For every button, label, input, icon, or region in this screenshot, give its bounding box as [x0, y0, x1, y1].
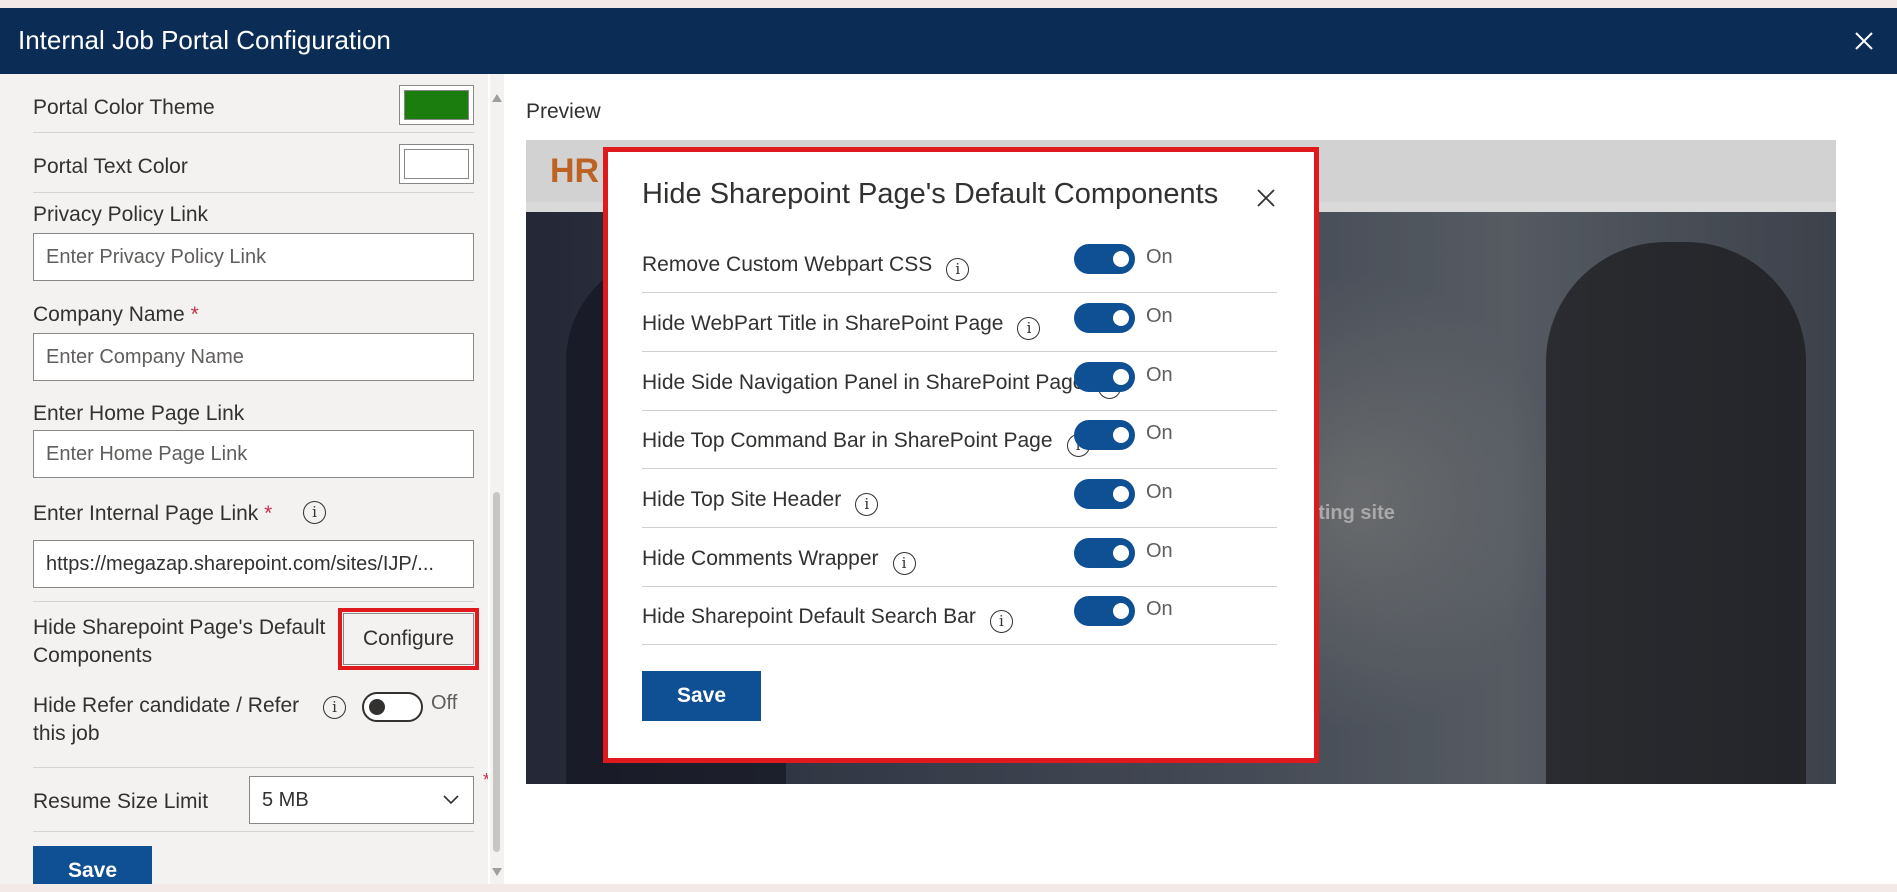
home-page-label: Enter Home Page Link — [33, 402, 245, 425]
dialog-row-label: Remove Custom Webpart CSS i — [642, 253, 970, 281]
privacy-policy-row: Privacy Policy Link Enter Privacy Policy… — [33, 193, 474, 293]
company-name-label: Company Name * — [33, 303, 199, 326]
hide-refer-state: Off — [431, 692, 458, 714]
portal-text-color-label: Portal Text Color — [33, 155, 188, 178]
dialog-row: Hide Sharepoint Default Search Bar i On — [642, 586, 1277, 645]
resume-size-label: Resume Size Limit — [33, 790, 209, 813]
info-icon[interactable]: i — [989, 610, 1013, 633]
dialog-row: Remove Custom Webpart CSS i On — [642, 234, 1277, 293]
dialog-row-label: Hide Comments Wrapper i — [642, 547, 916, 575]
privacy-policy-label: Privacy Policy Link — [33, 203, 209, 226]
required-marker: * — [483, 770, 488, 791]
dialog-row-state: On — [1146, 598, 1173, 620]
dialog-row-toggle[interactable] — [1074, 362, 1135, 392]
chevron-down-icon — [443, 795, 459, 805]
dialog-row-label: Hide Top Site Header i — [642, 488, 879, 516]
preview-label: Preview — [526, 100, 601, 123]
dialog-row-label: Hide Sharepoint Default Search Bar i — [642, 605, 1013, 633]
configure-button[interactable]: Configure — [343, 613, 474, 665]
info-icon[interactable]: i — [1017, 317, 1041, 340]
dialog-row: Hide Top Command Bar in SharePoint Pagei… — [642, 410, 1277, 469]
dialog-row: Hide Top Site Header i On — [642, 469, 1277, 528]
dialog-row-state: On — [1146, 305, 1173, 327]
dialog-row-toggle[interactable] — [1074, 596, 1135, 626]
scrollbar[interactable] — [490, 74, 504, 884]
info-icon[interactable]: i — [323, 696, 346, 719]
dialog-row: Hide WebPart Title in SharePoint Page i O… — [642, 293, 1277, 352]
hide-refer-label: Hide Refer candidate / Refer this job — [33, 694, 300, 745]
dialog-row-toggle[interactable] — [1074, 420, 1135, 450]
dialog-title: Hide Sharepoint Page's Default Component… — [642, 178, 1219, 210]
scroll-up-icon[interactable] — [492, 94, 502, 102]
dialog-close-icon[interactable] — [1254, 186, 1278, 210]
info-icon[interactable]: i — [946, 258, 970, 281]
dialog-row-state: On — [1146, 246, 1173, 268]
home-page-input[interactable]: Enter Home Page Link — [33, 430, 474, 478]
scroll-down-icon[interactable] — [492, 868, 502, 876]
settings-form: Portal Color Theme Portal Text Color Pri… — [0, 74, 488, 884]
dialog-row: Hide Comments Wrapper i On — [642, 528, 1277, 587]
resume-size-select[interactable]: 5 MB — [249, 776, 474, 824]
dialog-row-label: Hide Top Command Bar in SharePoint Pagei — [642, 429, 1090, 457]
resume-size-value: 5 MB — [262, 789, 309, 811]
info-icon[interactable]: i — [303, 501, 326, 524]
hide-refer-row: Hide Refer candidate / Refer this job i … — [33, 678, 474, 768]
internal-page-input[interactable]: https://megazap.sharepoint.com/sites/IJP… — [33, 540, 474, 588]
info-icon[interactable]: i — [855, 493, 879, 516]
dialog-row: Hide Side Navigation Panel in SharePoint… — [642, 352, 1277, 411]
internal-page-label: Enter Internal Page Link * — [33, 502, 273, 525]
portal-color-theme-row: Portal Color Theme — [33, 74, 474, 133]
dialog-save-button[interactable]: Save — [642, 671, 761, 721]
dialog-row-toggle[interactable] — [1074, 303, 1135, 333]
privacy-policy-input[interactable]: Enter Privacy Policy Link — [33, 233, 474, 281]
dialog-row-toggle[interactable] — [1074, 244, 1135, 274]
dialog-row-toggle[interactable] — [1074, 538, 1135, 568]
hide-default-label: Hide Sharepoint Page's Default Component… — [33, 616, 326, 667]
portal-text-color-swatch[interactable] — [399, 144, 474, 184]
info-icon[interactable]: i — [892, 552, 916, 575]
dialog-row-toggle[interactable] — [1074, 479, 1135, 509]
hide-components-dialog: Hide Sharepoint Page's Default Component… — [608, 152, 1314, 758]
scroll-thumb[interactable] — [493, 492, 500, 852]
left-save-button[interactable]: Save — [33, 846, 152, 884]
portal-color-theme-swatch[interactable] — [399, 85, 474, 125]
dialog-row-state: On — [1146, 422, 1173, 444]
hide-default-row: Hide Sharepoint Page's Default Component… — [33, 602, 479, 680]
home-page-row: Enter Home Page Link Enter Home Page Lin… — [33, 392, 474, 492]
dialog-row-label: Hide WebPart Title in SharePoint Page i — [642, 312, 1041, 340]
portal-color-theme-label: Portal Color Theme — [33, 96, 215, 119]
company-name-row: Company Name * Enter Company Name — [33, 293, 474, 393]
panel-header: Internal Job Portal Configuration — [0, 8, 1897, 74]
dialog-row-state: On — [1146, 481, 1173, 503]
hide-refer-toggle[interactable] — [362, 692, 423, 722]
resume-size-row: Resume Size Limit 5 MB * — [33, 768, 488, 832]
panel-title: Internal Job Portal Configuration — [18, 25, 391, 55]
dialog-row-state: On — [1146, 364, 1173, 386]
portal-text-color-row: Portal Text Color — [33, 133, 474, 193]
dialog-row-state: On — [1146, 540, 1173, 562]
dialog-row-label: Hide Side Navigation Panel in SharePoint… — [642, 371, 1122, 399]
config-panel: Internal Job Portal Configuration Portal… — [0, 8, 1897, 884]
close-icon[interactable] — [1849, 26, 1879, 56]
internal-page-row: Enter Internal Page Link * i https://meg… — [33, 492, 474, 602]
company-name-input[interactable]: Enter Company Name — [33, 333, 474, 381]
